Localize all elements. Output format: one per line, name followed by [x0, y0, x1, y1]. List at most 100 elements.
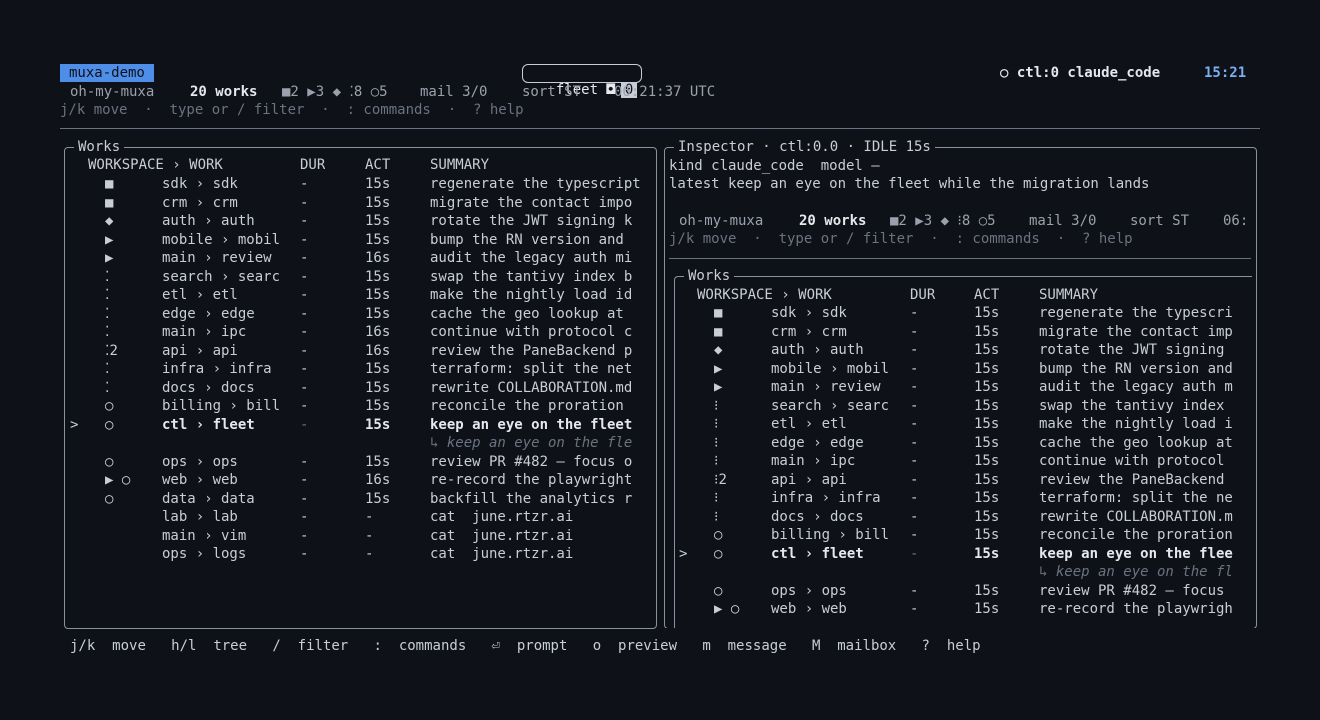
footer-label: message — [727, 638, 787, 654]
table-row-hint: ↳ keep an eye on the fl — [0, 563, 1250, 581]
table-row[interactable]: ⁚ search › searc - 15s swap the tantivy inde… — [0, 268, 650, 286]
row-act: 15s — [365, 194, 391, 211]
row-name: infra › infra — [771, 490, 881, 506]
inspector-works-title: Works — [684, 267, 735, 285]
inspector-help-hint: j/k move · type or / filter · : commands… — [669, 231, 1133, 247]
status-works: 20 works — [190, 84, 258, 100]
row-dur: - — [910, 379, 919, 395]
row-act: 16s — [365, 250, 391, 266]
footer-key[interactable]: / — [272, 638, 280, 654]
inspector-kind: kind claude_code model — — [669, 158, 880, 174]
row-status-icon: ▶ — [105, 250, 114, 266]
ctl-status: ○ ctl:0 claude_code — [1000, 65, 1161, 81]
table-row[interactable]: ▶ main › review - 15s audit the legacy auth … — [0, 378, 1250, 396]
footer-label: filter — [297, 638, 349, 654]
row-name: search › searc — [162, 268, 281, 285]
table-row[interactable]: ◆ auth › auth - 15s rotate the JWT signing k — [0, 212, 650, 230]
table-row[interactable]: ◆ auth › auth - 15s rotate the JWT signing — [0, 341, 1250, 359]
footer-label: commands — [398, 638, 467, 654]
row-status-icon: ⁝ — [714, 490, 719, 506]
table-row[interactable]: > ○ ctl › fleet - 15s keep an eye on the flee — [0, 545, 1250, 563]
footer-key[interactable]: ? — [922, 638, 930, 654]
row-status-icon: ⁝ — [714, 453, 719, 469]
table-row[interactable]: ⁝ docs › docs - 15s rewrite COLLABORATION.m — [0, 508, 1250, 526]
row-act: 15s — [974, 342, 1000, 358]
footer-label: help — [946, 638, 981, 654]
footer-key[interactable]: o — [593, 638, 601, 654]
row-summary: bump the RN version and — [430, 231, 624, 248]
table-row[interactable]: ■ sdk › sdk - 15s regenerate the typescript — [0, 175, 650, 193]
clock: 15:21 — [1204, 65, 1247, 81]
row-summary: rotate the JWT signing k — [430, 213, 633, 229]
row-act: 15s — [365, 176, 391, 192]
footer-label: move — [112, 638, 146, 654]
table-row[interactable]: ⁝ infra › infra - 15s terraform: split the n… — [0, 489, 1250, 507]
row-act: 15s — [974, 305, 1000, 321]
table-row[interactable]: ■ crm › crm - 15s migrate the contact imp — [0, 323, 1250, 341]
inspector-status-counts: ■2 ▶3 ◆ ⁝8 ○5 — [890, 213, 996, 229]
row-status-icon: ▶ — [714, 360, 723, 377]
row-summary: review the PaneBackend — [1039, 471, 1225, 488]
row-act: 15s — [974, 582, 1000, 599]
row-dur: - — [300, 194, 309, 211]
row-summary: audit the legacy auth m — [1039, 379, 1233, 395]
row-status-icon: ▶ — [105, 231, 114, 248]
table-row[interactable]: ⁝ search › searc - 15s swap the tantivy inde… — [0, 397, 1250, 415]
row-dur: - — [910, 582, 919, 599]
table-row[interactable]: ⁝ main › ipc - 15s continue with protocol — [0, 452, 1250, 470]
row-dur: - — [300, 213, 309, 229]
row-name: main › review — [771, 379, 881, 395]
row-summary: terraform: split the ne — [1039, 490, 1233, 506]
row-status-icon: ■ — [714, 323, 723, 340]
header-divider — [60, 128, 1260, 129]
row-summary: make the nightly load i — [1039, 416, 1233, 432]
footer-key[interactable]: j/k — [70, 638, 95, 654]
footer-key[interactable]: h/l — [171, 638, 196, 654]
tab-fleet[interactable]: fleet ◘ 0 — [522, 64, 643, 98]
footer-label: preview — [618, 638, 678, 654]
row-act: 15s — [974, 323, 1000, 340]
footer-key[interactable]: : — [374, 638, 382, 654]
footer-key[interactable]: M — [812, 638, 820, 654]
row-dur: - — [910, 545, 919, 562]
row-dur: - — [910, 305, 919, 321]
inspector-latest: latest keep an eye on the fleet while th… — [669, 176, 1150, 192]
row-hint: ↳ keep an eye on the fl — [1039, 564, 1233, 580]
row-status-icon: ○ — [714, 527, 723, 543]
table-row[interactable]: ▶ main › review - 16s audit the legacy auth … — [0, 249, 650, 267]
table-row[interactable]: ▶ mobile › mobil - 15s bump the RN version a… — [0, 231, 650, 249]
row-name: auth › auth — [771, 342, 864, 358]
table-row[interactable]: ○ billing › bill - 15s reconcile the prorati… — [0, 526, 1250, 544]
table-row[interactable]: ■ crm › crm - 15s migrate the contact impo — [0, 194, 650, 212]
footer-label: tree — [213, 638, 248, 654]
table-row[interactable]: ■ sdk › sdk - 15s regenerate the typescri — [0, 304, 1250, 322]
row-summary: rewrite COLLABORATION.m — [1039, 508, 1233, 525]
table-row[interactable]: ⁝2 api › api - 15s review the PaneBackend — [0, 471, 1250, 489]
row-name: mobile › mobil — [162, 231, 281, 248]
table-row[interactable]: ⁝ etl › etl - 15s make the nightly load i — [0, 415, 1250, 433]
table-row[interactable]: ⁝ edge › edge - 15s cache the geo lookup at — [0, 434, 1250, 452]
row-name: ops › ops — [771, 582, 847, 599]
row-act: 15s — [974, 601, 1000, 617]
table-row[interactable]: ▶ ○ web › web - 15s re-record the playwrigh — [0, 600, 1250, 618]
row-summary: swap the tantivy index b — [430, 268, 633, 285]
row-name: main › review — [162, 250, 272, 266]
inspector-status-mail: mail 3/0 — [1029, 213, 1097, 229]
row-summary: bump the RN version and — [1039, 360, 1233, 377]
row-cursor: > — [679, 545, 688, 562]
row-name: api › api — [771, 471, 847, 488]
footer-key[interactable]: m — [702, 638, 710, 654]
help-hint: j/k move · type or / filter · : commands… — [60, 102, 524, 118]
row-dur: - — [300, 268, 309, 285]
col-dur: DUR — [300, 157, 326, 173]
row-act: 15s — [974, 397, 1000, 414]
session-name: muxa-demo — [60, 64, 154, 82]
footer-key[interactable]: ⏎ — [492, 638, 500, 654]
row-status-icon: ⁝ — [714, 397, 719, 414]
table-row[interactable]: ○ ops › ops - 15s review PR #482 — focus — [0, 582, 1250, 600]
row-summary: rotate the JWT signing — [1039, 342, 1225, 358]
inspector-divider — [669, 258, 1251, 259]
inspector-col-act: ACT — [974, 287, 1000, 303]
row-name: main › ipc — [771, 453, 856, 469]
table-row[interactable]: ▶ mobile › mobil - 15s bump the RN version a… — [0, 360, 1250, 378]
